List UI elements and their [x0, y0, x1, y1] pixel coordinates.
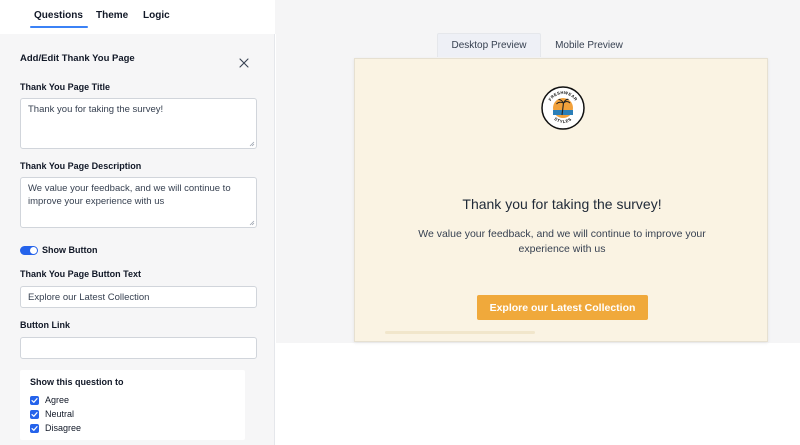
tab-logic[interactable]: Logic	[143, 10, 170, 21]
audience-option-disagree[interactable]: Disagree	[30, 422, 81, 434]
tab-theme[interactable]: Theme	[96, 10, 128, 21]
check-icon	[31, 425, 38, 431]
thank-you-preview-canvas: FRESHWEAR STYLES Thank you for taking th…	[354, 58, 768, 342]
explore-collection-button[interactable]: Explore our Latest Collection	[477, 295, 648, 320]
palm-logo-icon: FRESHWEAR STYLES	[541, 86, 585, 130]
title-field-label: Thank You Page Title	[20, 82, 111, 92]
check-icon	[31, 411, 38, 417]
preview-description: We value your feedback, and we will cont…	[418, 228, 706, 256]
panel-title: Add/Edit Thank You Page	[20, 53, 135, 64]
top-bar: Questions Theme Logic	[0, 0, 800, 34]
resize-grip-icon[interactable]	[249, 220, 255, 226]
show-button-label: Show Button	[42, 245, 98, 255]
toggle-knob	[30, 247, 37, 254]
resize-grip-icon[interactable]	[249, 141, 255, 147]
button-link-label: Button Link	[20, 320, 70, 330]
check-icon	[31, 397, 38, 403]
button-text-input[interactable]	[20, 286, 257, 308]
checkbox-label: Agree	[45, 395, 70, 405]
tab-desktop-preview[interactable]: Desktop Preview	[437, 33, 541, 57]
button-text-label: Thank You Page Button Text	[20, 269, 142, 279]
audience-option-agree[interactable]: Agree	[30, 394, 69, 406]
preview-title: Thank you for taking the survey!	[462, 196, 662, 212]
checkbox-label: Disagree	[45, 423, 82, 433]
tab-questions[interactable]: Questions	[30, 10, 88, 28]
checkbox[interactable]	[30, 395, 39, 405]
description-field-label: Thank You Page Description	[20, 161, 142, 171]
show-button-toggle[interactable]	[20, 246, 38, 255]
editor-tabs: Questions Theme Logic	[0, 0, 275, 34]
close-icon[interactable]	[238, 57, 250, 69]
checkbox-label: Neutral	[45, 409, 75, 419]
faint-footer-line	[385, 331, 535, 334]
checkbox[interactable]	[30, 423, 39, 433]
audience-option-neutral[interactable]: Neutral	[30, 408, 74, 420]
tab-mobile-preview[interactable]: Mobile Preview	[542, 33, 636, 57]
description-textarea[interactable]: We value your feedback, and we will cont…	[20, 177, 257, 228]
editor-panel: Add/Edit Thank You Page Thank You Page T…	[0, 34, 275, 445]
title-textarea[interactable]: Thank you for taking the survey!	[20, 98, 257, 149]
audience-title: Show this question to	[30, 377, 124, 387]
button-link-input[interactable]	[20, 337, 257, 359]
checkbox[interactable]	[30, 409, 39, 419]
audience-box: Show this question to Agree Neutral Disa…	[20, 370, 245, 440]
